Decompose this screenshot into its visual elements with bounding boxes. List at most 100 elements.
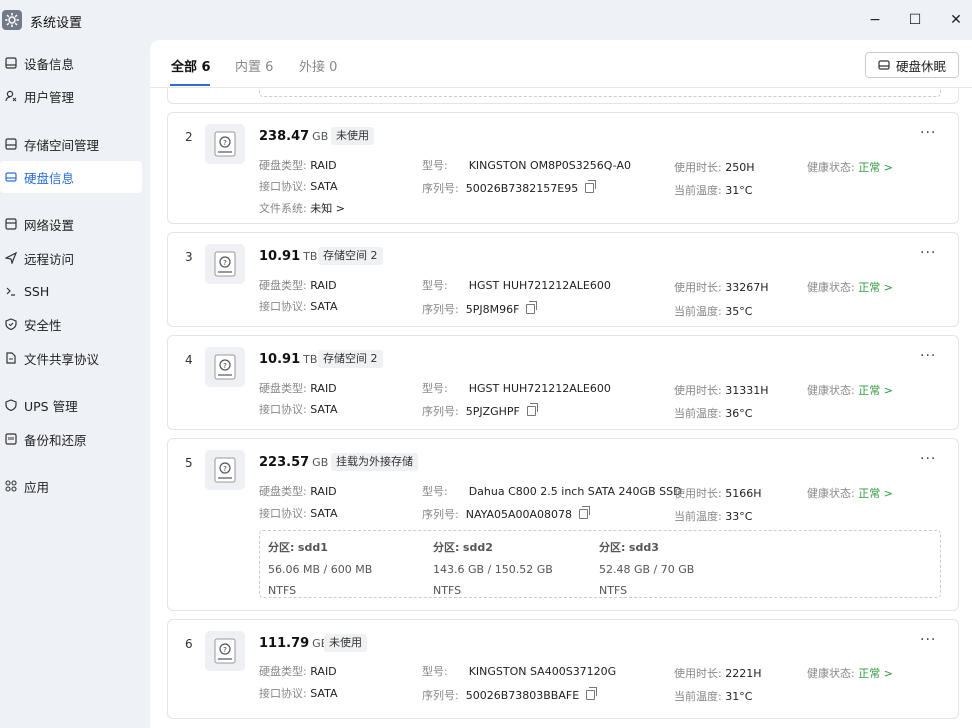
close-icon: ✕: [950, 12, 962, 28]
maximize-button[interactable]: ☐: [905, 10, 925, 30]
more-options-icon[interactable]: ···: [920, 451, 936, 467]
disk-temperature: 当前温度: 36°C: [674, 407, 753, 420]
more-options-icon[interactable]: ···: [920, 632, 936, 648]
disk-card: 6 ? 111.79 GB 未使用 ··· 硬盘类型: RAID 接口协议: SA…: [167, 619, 959, 719]
svg-text:?: ?: [223, 646, 227, 654]
disk-interface: 接口协议: SATA: [259, 300, 338, 313]
device-icon: [4, 56, 18, 70]
partition-box: 分区: sdd1 56.06 MB / 600 MB NTFS 分区: sdd2…: [259, 530, 941, 598]
disk-capacity: 238.47 GB: [259, 129, 329, 144]
file-icon: [4, 351, 18, 365]
disk-type: 硬盘类型: RAID: [259, 485, 337, 498]
copy-icon[interactable]: [579, 506, 591, 519]
sidebar-item-label: 用户管理: [24, 89, 75, 105]
sidebar-item-label: 存储空间管理: [24, 137, 100, 153]
copy-icon[interactable]: [526, 403, 538, 416]
svg-text:?: ?: [223, 362, 227, 370]
title-bar: 系统设置 − ☐ ✕: [0, 0, 972, 40]
terminal-icon: [4, 284, 18, 298]
disk-card: 3 ? 10.91 TB 存储空间 2 ··· 硬盘类型: RAID 接口协议: …: [167, 232, 959, 327]
hard-drive-icon: ?: [205, 450, 245, 490]
disk-serial: 序列号: 5PJ8M96F: [422, 301, 538, 317]
copy-icon[interactable]: [585, 180, 597, 193]
copy-icon[interactable]: [586, 687, 598, 700]
hard-drive-icon: ?: [205, 347, 245, 387]
disk-status-badge: 未使用: [324, 634, 367, 652]
disk-card: 5 ? 223.57 GB 挂载为外接存储 ··· 硬盘类型: RAID 接口协议…: [167, 438, 959, 611]
sidebar-item-security[interactable]: 安全性: [0, 308, 142, 340]
minimize-icon: −: [869, 12, 881, 28]
sidebar-item-label: SSH: [24, 283, 50, 299]
disk-index: 3: [185, 250, 193, 264]
sidebar-item-users[interactable]: 用户管理: [0, 80, 142, 112]
close-button[interactable]: ✕: [946, 10, 966, 30]
disk-type: 硬盘类型: RAID: [259, 159, 337, 172]
disk-uptime: 使用时长: 250H: [674, 161, 755, 174]
tab-external[interactable]: 外接 0: [299, 56, 337, 75]
disk-capacity: 10.91 TB: [259, 352, 318, 367]
disk-temperature: 当前温度: 31°C: [674, 690, 753, 703]
disk-list[interactable]: 2 ? 238.47 GB 未使用 ··· 硬盘类型: RAID 接口协议: SA…: [150, 88, 972, 728]
disk-status-badge: 未使用: [331, 127, 374, 145]
sidebar-item-ssh[interactable]: SSH: [0, 275, 142, 307]
disk-sleep-button[interactable]: 硬盘休眠: [865, 52, 959, 78]
more-options-icon[interactable]: ···: [920, 125, 936, 141]
disk-health[interactable]: 健康状态: 正常 >: [807, 279, 893, 295]
sidebar-item-file-sharing[interactable]: 文件共享协议: [0, 342, 142, 374]
disk-filter-tabs: 全部 6 内置 6 外接 0 硬盘休眠: [150, 40, 972, 88]
sidebar-item-label: 应用: [24, 479, 50, 495]
partition-item: 分区: sdd2 143.6 GB / 150.52 GB NTFS: [433, 541, 553, 597]
disk-type: 硬盘类型: RAID: [259, 279, 337, 292]
sidebar-item-device-info[interactable]: 设备信息: [0, 47, 142, 79]
sidebar-item-storage[interactable]: 存储空间管理: [0, 128, 142, 160]
more-options-icon[interactable]: ···: [920, 348, 936, 364]
disk-uptime: 使用时长: 33267H: [674, 281, 769, 294]
disk-icon: [878, 59, 890, 71]
disk-interface: 接口协议: SATA: [259, 687, 338, 700]
svg-text:?: ?: [223, 259, 227, 267]
sidebar-item-network[interactable]: 网络设置: [0, 208, 142, 240]
sidebar-item-apps[interactable]: 应用: [0, 470, 142, 502]
disk-health[interactable]: 健康状态: 正常 >: [807, 665, 893, 681]
backup-icon: [4, 432, 18, 446]
settings-app-icon: [2, 10, 22, 30]
maximize-icon: ☐: [908, 12, 922, 28]
disk-temperature: 当前温度: 31°C: [674, 184, 753, 197]
tab-all[interactable]: 全部 6: [171, 56, 211, 75]
disk-serial: 序列号: 50026B7382157E95: [422, 180, 597, 196]
sidebar-item-disk-info[interactable]: 硬盘信息: [0, 161, 142, 193]
sidebar-item-label: UPS 管理: [24, 398, 78, 414]
sidebar-item-remote[interactable]: 远程访问: [0, 242, 142, 274]
disk-index: 2: [185, 130, 193, 144]
tab-internal[interactable]: 内置 6: [235, 56, 273, 75]
disk-card-partial: [167, 88, 959, 104]
main-panel: 全部 6 内置 6 外接 0 硬盘休眠 2 ? 238.47 GB 未使用 ···…: [150, 40, 972, 728]
disk-health[interactable]: 健康状态: 正常 >: [807, 485, 893, 501]
copy-icon[interactable]: [526, 301, 538, 314]
disk-card: 4 ? 10.91 TB 存储空间 2 ··· 硬盘类型: RAID 接口协议: …: [167, 335, 959, 430]
remote-icon: [4, 251, 18, 265]
disk-health[interactable]: 健康状态: 正常 >: [807, 159, 893, 175]
sidebar-item-label: 硬盘信息: [24, 170, 75, 186]
disk-sleep-label: 硬盘休眠: [895, 58, 946, 74]
disk-capacity: 111.79 GB: [259, 636, 329, 651]
disk-uptime: 使用时长: 31331H: [674, 384, 769, 397]
disk-serial: 序列号: NAYA05A00A08078: [422, 506, 591, 522]
disk-model: 型号: HGST HUH721212ALE600: [422, 279, 611, 292]
disk-filesystem[interactable]: 文件系统: 未知 >: [259, 200, 345, 216]
ups-icon: [4, 398, 18, 412]
minimize-button[interactable]: −: [865, 10, 885, 30]
more-options-icon[interactable]: ···: [920, 245, 936, 261]
sidebar-item-label: 文件共享协议: [24, 351, 100, 367]
disk-interface: 接口协议: SATA: [259, 507, 338, 520]
sidebar-item-backup[interactable]: 备份和还原: [0, 423, 142, 455]
disk-health[interactable]: 健康状态: 正常 >: [807, 382, 893, 398]
sidebar: 设备信息 用户管理 存储空间管理 硬盘信息 网络设置 远程访问 SSH 安全性 …: [0, 40, 150, 728]
user-icon: [4, 89, 18, 103]
sidebar-item-label: 网络设置: [24, 217, 75, 233]
disk-serial: 序列号: 50026B73803BBAFE: [422, 687, 598, 703]
partition-box: [259, 88, 941, 97]
sidebar-item-ups[interactable]: UPS 管理: [0, 389, 142, 421]
sidebar-item-label: 设备信息: [24, 56, 75, 72]
hard-drive-icon: ?: [205, 244, 245, 284]
